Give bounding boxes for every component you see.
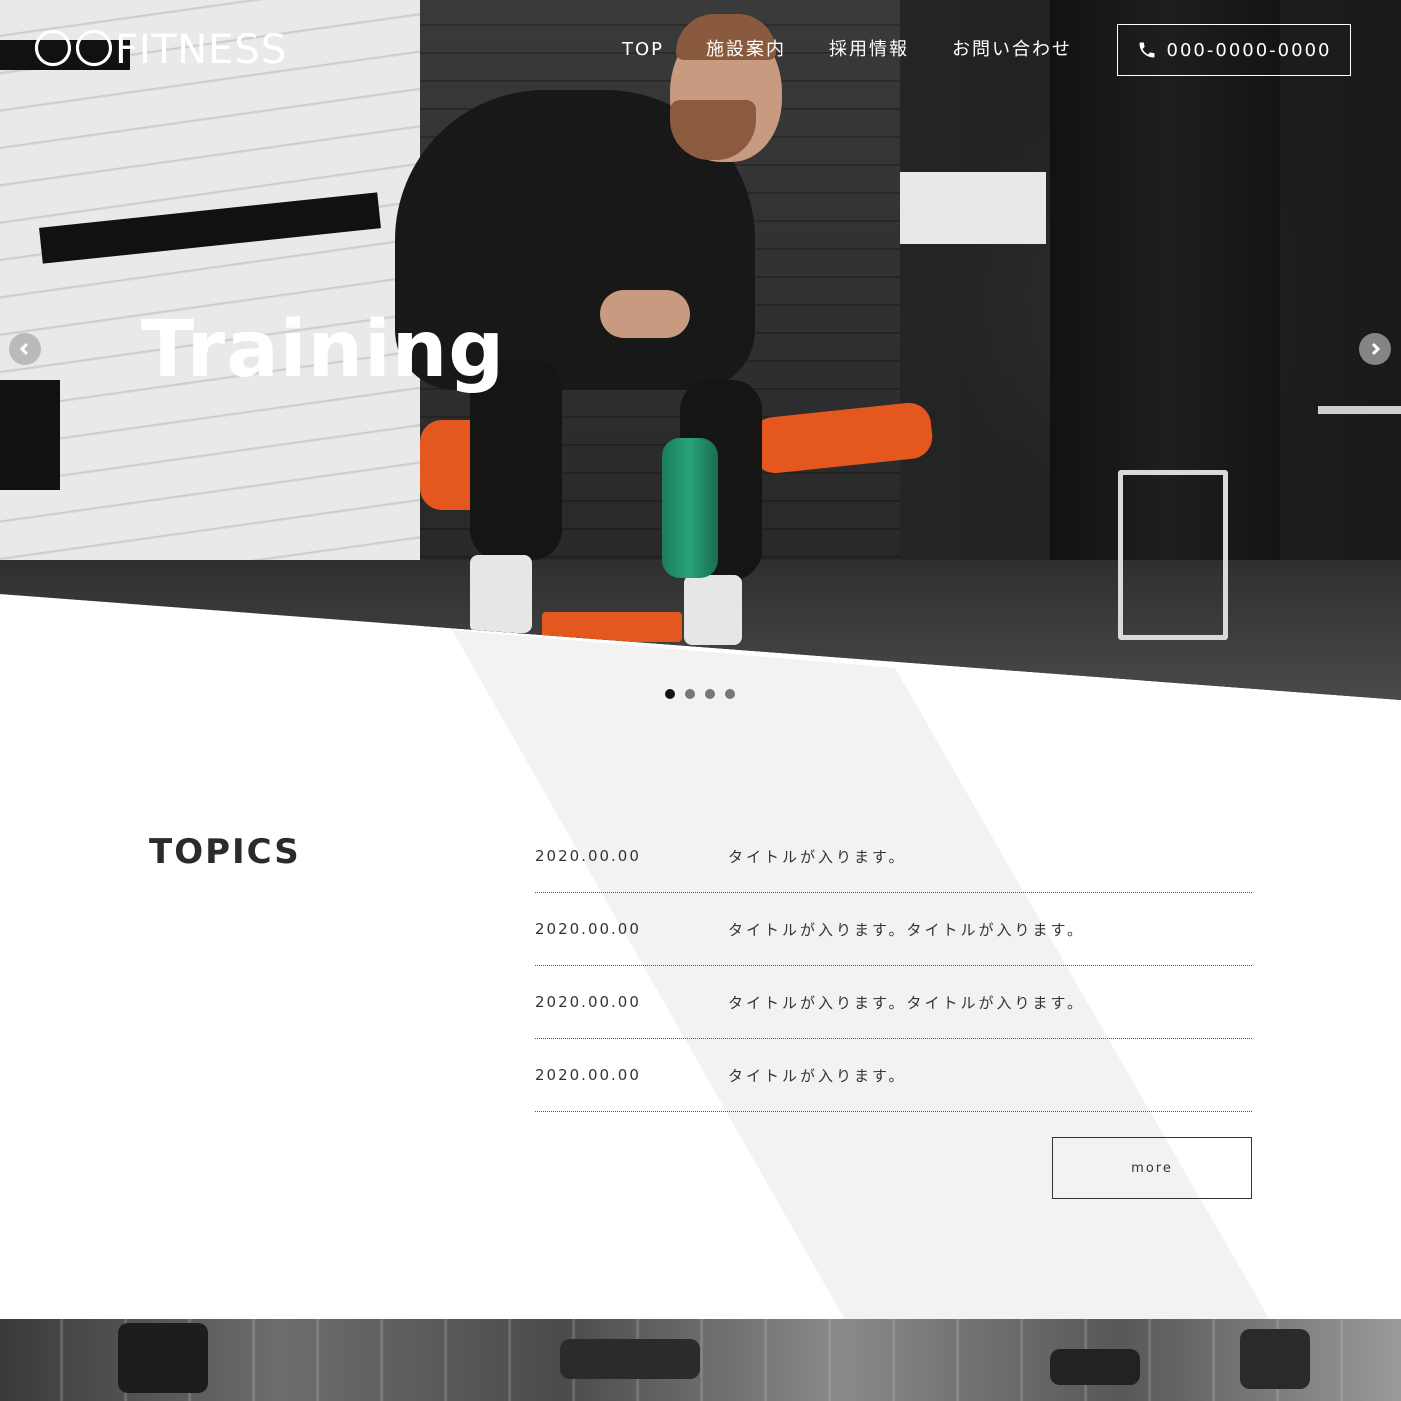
gym-equipment bbox=[1050, 1349, 1140, 1385]
topic-row[interactable]: 2020.00.00 タイトルが入ります。タイトルが入ります。 bbox=[535, 893, 1252, 966]
slider-next-button[interactable] bbox=[1359, 333, 1391, 365]
hero-bg-chair bbox=[1118, 470, 1228, 640]
hero-bg-sign bbox=[900, 172, 1046, 244]
topic-title: タイトルが入ります。タイトルが入ります。 bbox=[728, 920, 1086, 939]
gym-equipment bbox=[1240, 1329, 1310, 1389]
nav-item-recruit[interactable]: 採用情報 bbox=[829, 36, 909, 64]
gym-equipment bbox=[560, 1339, 700, 1379]
chevron-right-icon bbox=[1371, 342, 1381, 356]
hero-athlete-hand bbox=[600, 290, 690, 338]
slider-dot-2[interactable] bbox=[685, 689, 695, 699]
hero-bg-bar bbox=[1318, 406, 1401, 414]
nav-item-top[interactable]: TOP bbox=[622, 36, 664, 64]
topic-row[interactable]: 2020.00.00 タイトルが入ります。 bbox=[535, 820, 1252, 893]
hero-athlete-sock bbox=[470, 555, 532, 633]
nav-item-facilities[interactable]: 施設案内 bbox=[706, 36, 786, 64]
hero-title: Training bbox=[141, 305, 506, 395]
more-button[interactable]: more bbox=[1052, 1137, 1252, 1199]
topic-title: タイトルが入ります。タイトルが入ります。 bbox=[728, 993, 1086, 1012]
phone-button[interactable]: 000-0000-0000 bbox=[1117, 24, 1351, 76]
hero-bg-rack bbox=[0, 380, 60, 490]
gym-equipment bbox=[118, 1323, 208, 1393]
topic-date: 2020.00.00 bbox=[535, 993, 641, 1011]
site-logo[interactable]: 〇〇FITNESS bbox=[33, 30, 287, 70]
hero-water-bottle bbox=[662, 438, 718, 578]
chevron-left-icon bbox=[19, 342, 29, 356]
slider-dot-1[interactable] bbox=[665, 689, 675, 699]
topics-heading: TOPICS bbox=[149, 832, 301, 872]
topics-list: 2020.00.00 タイトルが入ります。 2020.00.00 タイトルが入り… bbox=[535, 820, 1252, 1112]
topic-date: 2020.00.00 bbox=[535, 920, 641, 938]
slider-prev-button[interactable] bbox=[9, 333, 41, 365]
topic-title: タイトルが入ります。 bbox=[728, 847, 907, 866]
topic-date: 2020.00.00 bbox=[535, 1066, 641, 1084]
nav-item-contact[interactable]: お問い合わせ bbox=[952, 36, 1072, 64]
slider-dot-3[interactable] bbox=[705, 689, 715, 699]
slider-pagination bbox=[665, 689, 735, 699]
phone-icon bbox=[1139, 42, 1155, 58]
phone-number: 000-0000-0000 bbox=[1166, 39, 1332, 61]
hero-bg-pad bbox=[542, 612, 682, 642]
hero-athlete-sock bbox=[684, 575, 742, 645]
topic-date: 2020.00.00 bbox=[535, 847, 641, 865]
topic-title: タイトルが入ります。 bbox=[728, 1066, 907, 1085]
topic-row[interactable]: 2020.00.00 タイトルが入ります。 bbox=[535, 1039, 1252, 1112]
gym-photo-strip bbox=[0, 1319, 1401, 1401]
topic-row[interactable]: 2020.00.00 タイトルが入ります。タイトルが入ります。 bbox=[535, 966, 1252, 1039]
slider-dot-4[interactable] bbox=[725, 689, 735, 699]
